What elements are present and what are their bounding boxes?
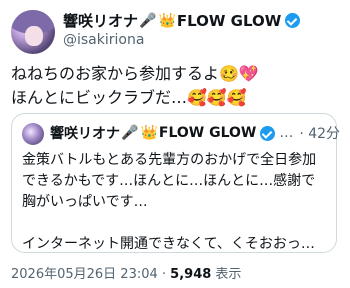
crown-icon: 👑	[140, 125, 158, 141]
quoted-tweet[interactable]: 響咲リオナ 🎤 👑 FLOW GLOW … · 42分 金策バトルもとある先輩方…	[11, 113, 340, 253]
microphone-icon: 🎤	[121, 125, 139, 141]
quoted-display-name: 響咲リオナ	[50, 126, 120, 142]
views-label: 表示	[211, 267, 242, 282]
footer-separator: ·	[157, 267, 171, 282]
quoted-display-name-suffix: FLOW GLOW	[158, 125, 257, 141]
author-name-row[interactable]: 響咲リオナ 🎤 👑 FLOW GLOW	[63, 10, 301, 31]
tweet-footer: 2026年05月26日 23:04 · 5,948 表示	[11, 263, 241, 282]
quoted-header: 響咲リオナ 🎤 👑 FLOW GLOW … · 42分	[50, 123, 340, 143]
verified-badge-icon	[285, 13, 301, 28]
microphone-icon: 🎤	[139, 12, 157, 29]
tweet-timestamp[interactable]: 2026年05月26日 23:04	[11, 267, 158, 282]
quoted-ellipsis: …	[279, 125, 294, 141]
author-display-name-suffix[interactable]: FLOW GLOW	[177, 12, 281, 30]
views-count: 5,948	[170, 267, 212, 282]
quoted-text: 金策バトルもとある先輩方のおかげで全日参加できるかもです…ほんとに…ほんとに…感…	[22, 152, 317, 252]
quoted-time[interactable]: · 42分	[299, 123, 340, 143]
author-avatar[interactable]	[11, 10, 55, 54]
quoted-author-avatar	[22, 123, 44, 145]
author-display-name[interactable]: 響咲リオナ	[63, 10, 138, 31]
avatar-face	[25, 26, 43, 46]
crown-icon: 👑	[158, 12, 176, 29]
tweet-text: ねねちのお家から参加するよ🥴💖 ほんとにビックラブだ…🥰🥰🥰	[11, 64, 259, 107]
author-handle[interactable]: @isakiriona	[63, 32, 144, 48]
verified-badge-icon	[260, 125, 276, 141]
